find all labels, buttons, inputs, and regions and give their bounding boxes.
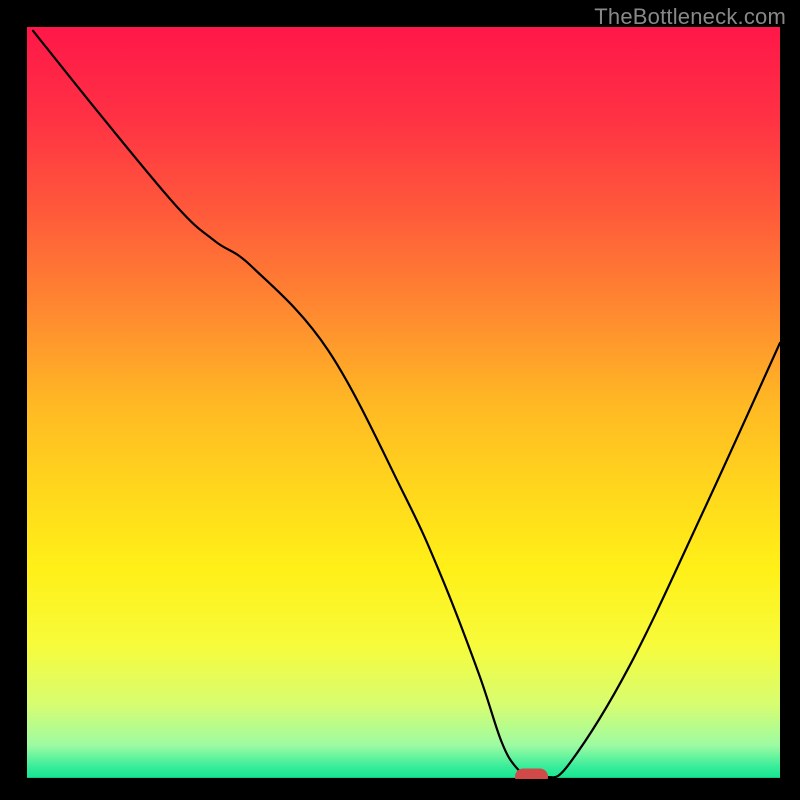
plot-area xyxy=(27,27,780,779)
optimal-marker xyxy=(515,768,548,779)
chart-background xyxy=(27,27,780,779)
bottleneck-chart xyxy=(27,27,780,779)
chart-root: TheBottleneck.com xyxy=(0,0,800,800)
